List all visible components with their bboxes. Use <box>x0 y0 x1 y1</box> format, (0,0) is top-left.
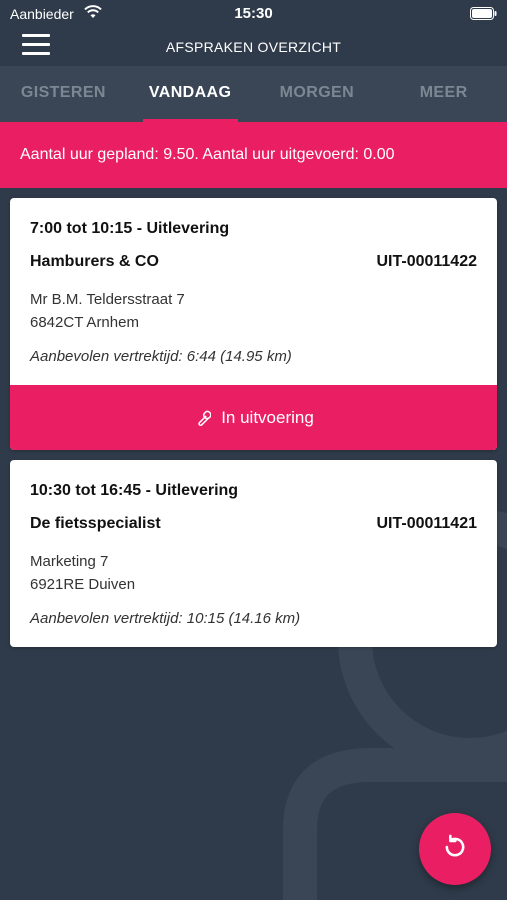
appointment-time-slot: 10:30 tot 16:45 - Uitlevering <box>30 482 239 499</box>
refresh-icon <box>441 833 469 866</box>
battery-icon <box>470 7 497 24</box>
appointment-card[interactable]: 10:30 tot 16:45 - Uitlevering De fietssp… <box>10 460 497 647</box>
page-title: AFSPRAKEN OVERZICHT <box>165 39 342 55</box>
in-progress-button[interactable]: In uitvoering <box>10 385 497 450</box>
appointment-card[interactable]: 7:00 tot 10:15 - Uitlevering Hamburers &… <box>10 198 497 450</box>
hours-summary-banner: Aantal uur gepland: 9.50. Aantal uur uit… <box>0 122 507 188</box>
customer-name: Hamburers & CO <box>30 253 159 270</box>
wrench-icon <box>193 409 212 427</box>
status-bar: Aanbieder 15:30 <box>0 0 507 28</box>
top-app-bar: AFSPRAKEN OVERZICHT <box>0 28 507 66</box>
clock-time: 15:30 <box>234 5 273 22</box>
address-city: 6921RE Duiven <box>30 576 136 593</box>
address-city: 6842CT Arnhem <box>30 314 139 331</box>
tab-gisteren[interactable]: GISTEREN <box>0 66 127 122</box>
tab-vandaag[interactable]: VANDAAG <box>127 66 254 122</box>
order-number: UIT-00011421 <box>376 515 477 532</box>
order-number: UIT-00011422 <box>376 253 477 270</box>
address-street: Marketing 7 <box>30 553 109 570</box>
departure-advice: Aanbevolen vertrektijd: 6:44 (14.95 km) <box>30 348 292 365</box>
refresh-button[interactable] <box>419 813 491 885</box>
in-progress-label: In uitvoering <box>221 407 314 427</box>
appointments-list: 7:00 tot 10:15 - Uitlevering Hamburers &… <box>0 188 507 647</box>
address-street: Mr B.M. Teldersstraat 7 <box>30 291 185 308</box>
customer-name: De fietsspecialist <box>30 515 161 532</box>
departure-advice: Aanbevolen vertrektijd: 10:15 (14.16 km) <box>30 610 301 627</box>
day-tabs: GISTEREN VANDAAG MORGEN MEER <box>0 66 507 122</box>
tab-meer[interactable]: MEER <box>380 66 507 122</box>
tab-morgen[interactable]: MORGEN <box>254 66 381 122</box>
appointment-time-slot: 7:00 tot 10:15 - Uitlevering <box>30 220 230 237</box>
